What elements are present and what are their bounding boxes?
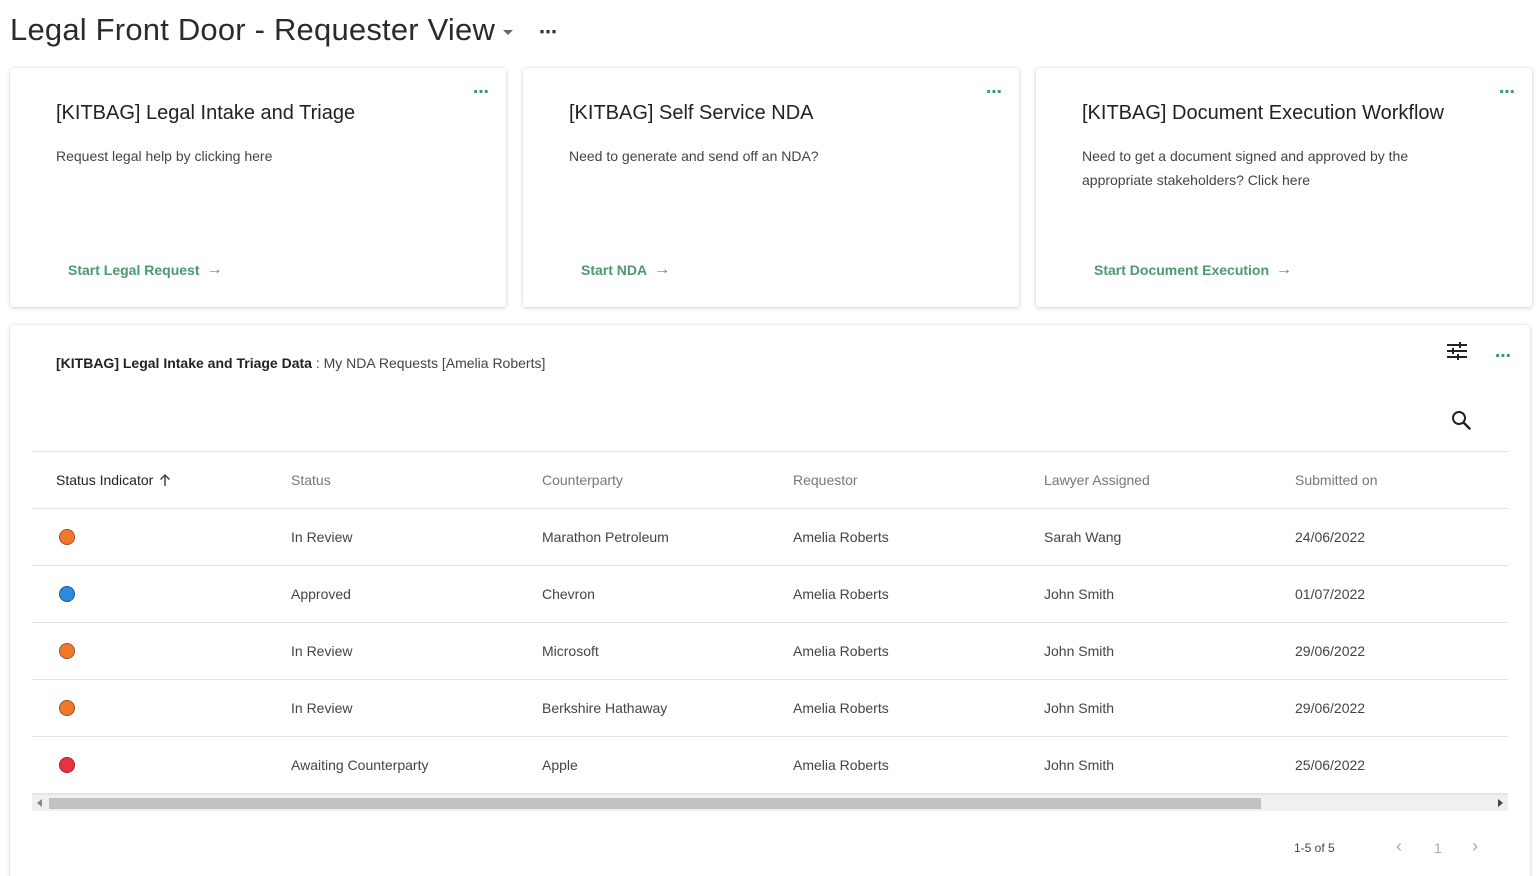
panel-heading: [KITBAG] Legal Intake and Triage Data : … xyxy=(56,355,545,371)
cell-counterparty: Berkshire Hathaway xyxy=(542,700,668,716)
column-header-status[interactable]: Status xyxy=(291,472,331,488)
panel-heading-view: : My NDA Requests [Amelia Roberts] xyxy=(311,355,546,371)
cell-status: In Review xyxy=(291,643,353,659)
tune-icon[interactable] xyxy=(1447,342,1467,360)
card-description: Need to get a document signed and approv… xyxy=(1082,148,1409,188)
cell-submitted: 29/06/2022 xyxy=(1295,700,1366,716)
cell-lawyer: John Smith xyxy=(1044,700,1115,716)
cell-lawyer: John Smith xyxy=(1044,643,1115,659)
card-title: [KITBAG] Legal Intake and Triage xyxy=(56,102,356,124)
table-row[interactable]: Awaiting Counterparty Apple Amelia Rober… xyxy=(32,737,1508,794)
cell-status: Awaiting Counterparty xyxy=(291,757,429,773)
cell-status: In Review xyxy=(291,529,353,545)
arrow-right-icon: → xyxy=(206,261,223,278)
cell-requestor: Amelia Roberts xyxy=(793,643,889,659)
status-indicator-dot xyxy=(59,643,75,659)
column-header-status-indicator[interactable]: Status Indicator xyxy=(56,472,171,488)
cell-submitted: 25/06/2022 xyxy=(1295,757,1366,773)
search-icon[interactable] xyxy=(1451,410,1471,430)
cell-requestor: Amelia Roberts xyxy=(793,529,889,545)
scroll-right-icon[interactable] xyxy=(1498,799,1503,807)
status-indicator-dot xyxy=(59,700,75,716)
data-panel: [KITBAG] Legal Intake and Triage Data : … xyxy=(10,325,1530,876)
card-self-service-nda: ⋯ [KITBAG] Self Service NDA Need to gene… xyxy=(523,68,1019,307)
card-legal-intake: ⋯ [KITBAG] Legal Intake and Triage Reque… xyxy=(10,68,506,307)
cell-lawyer: Sarah Wang xyxy=(1044,529,1122,545)
chevron-left-icon[interactable]: ‹ xyxy=(1396,837,1402,855)
page: Legal Front Door - Requester View ⋯ ⋯ [K… xyxy=(0,0,1540,876)
cell-lawyer: John Smith xyxy=(1044,586,1115,602)
cell-status: In Review xyxy=(291,700,353,716)
column-header-requestor[interactable]: Requestor xyxy=(793,472,858,488)
card-link-label: Start Legal Request xyxy=(68,262,200,278)
cell-submitted: 24/06/2022 xyxy=(1295,529,1366,545)
table-row[interactable]: In Review Microsoft Amelia Roberts John … xyxy=(32,623,1508,680)
arrow-right-icon: → xyxy=(654,261,671,278)
requests-table: Status Indicator Status Counterparty Req… xyxy=(32,451,1508,794)
header: Legal Front Door - Requester View ⋯ xyxy=(10,10,558,50)
card-more-icon[interactable]: ⋯ xyxy=(473,85,490,101)
arrow-right-icon: → xyxy=(1276,261,1293,278)
card-title: [KITBAG] Self Service NDA xyxy=(569,102,814,124)
cell-requestor: Amelia Roberts xyxy=(793,757,889,773)
cell-counterparty: Marathon Petroleum xyxy=(542,529,669,545)
start-legal-request-link[interactable]: Start Legal Request → xyxy=(68,261,222,279)
scroll-left-icon[interactable] xyxy=(37,799,42,807)
pagination-count: 1-5 of 5 xyxy=(1294,841,1335,855)
cell-requestor: Amelia Roberts xyxy=(793,700,889,716)
cell-requestor: Amelia Roberts xyxy=(793,586,889,602)
card-more-icon[interactable]: ⋯ xyxy=(986,85,1003,101)
status-indicator-dot xyxy=(59,757,75,773)
panel-more-icon[interactable]: ⋯ xyxy=(1495,349,1512,365)
page-number[interactable]: 1 xyxy=(1434,840,1442,856)
card-link-label: Start NDA xyxy=(581,262,648,278)
status-indicator-dot xyxy=(59,586,75,602)
horizontal-scrollbar[interactable] xyxy=(32,794,1508,811)
card-title: [KITBAG] Document Execution Workflow xyxy=(1082,102,1444,124)
card-document-execution: ⋯ [KITBAG] Document Execution Workflow N… xyxy=(1036,68,1532,307)
column-header-label: Status Indicator xyxy=(56,472,154,488)
more-options-icon[interactable]: ⋯ xyxy=(539,23,558,41)
cell-lawyer: John Smith xyxy=(1044,757,1115,773)
scrollbar-thumb[interactable] xyxy=(49,798,1261,809)
column-header-counterparty[interactable]: Counterparty xyxy=(542,472,623,488)
arrow-up-icon xyxy=(160,473,171,486)
start-document-execution-link[interactable]: Start Document Execution → xyxy=(1094,261,1292,279)
chevron-right-icon[interactable]: › xyxy=(1472,837,1478,855)
cell-counterparty: Apple xyxy=(542,757,578,773)
table-row[interactable]: Approved Chevron Amelia Roberts John Smi… xyxy=(32,566,1508,623)
cell-status: Approved xyxy=(291,586,351,602)
start-nda-link[interactable]: Start NDA → xyxy=(581,261,670,279)
card-description: Need to generate and send off an NDA? xyxy=(569,148,819,164)
table-row[interactable]: In Review Berkshire Hathaway Amelia Robe… xyxy=(32,680,1508,737)
cell-submitted: 29/06/2022 xyxy=(1295,643,1366,659)
column-header-lawyer-assigned[interactable]: Lawyer Assigned xyxy=(1044,472,1150,488)
column-header-submitted-on[interactable]: Submitted on xyxy=(1295,472,1378,488)
table-header: Status Indicator Status Counterparty Req… xyxy=(32,451,1508,509)
chevron-down-icon[interactable] xyxy=(503,29,514,35)
card-description: Request legal help by clicking here xyxy=(56,148,273,164)
panel-heading-source: [KITBAG] Legal Intake and Triage Data xyxy=(56,355,312,371)
page-title: Legal Front Door - Requester View xyxy=(10,12,496,47)
card-link-label: Start Document Execution xyxy=(1094,262,1270,278)
table-row[interactable]: In Review Marathon Petroleum Amelia Robe… xyxy=(32,509,1508,566)
cell-counterparty: Microsoft xyxy=(542,643,599,659)
cell-counterparty: Chevron xyxy=(542,586,595,602)
cell-submitted: 01/07/2022 xyxy=(1295,586,1366,602)
status-indicator-dot xyxy=(59,529,75,545)
card-more-icon[interactable]: ⋯ xyxy=(1499,85,1516,101)
